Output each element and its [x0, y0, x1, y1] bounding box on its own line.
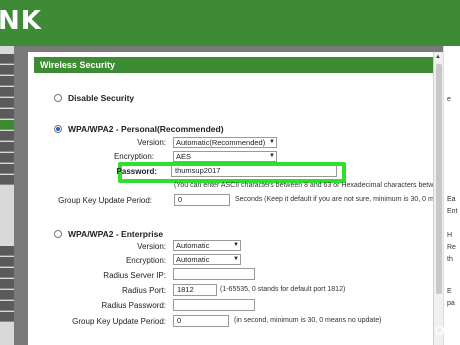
group-key-hint: Seconds (Keep it default if you are not … [235, 196, 438, 203]
wikihow-watermark: wikiHow [383, 320, 459, 340]
sidebar-item[interactable] [0, 54, 14, 64]
wpa-enterprise-label: WPA/WPA2 - Enterprise [68, 229, 164, 239]
sidebar-item[interactable] [0, 109, 14, 119]
sidebar-item[interactable] [0, 164, 14, 174]
sidebar-item[interactable] [0, 65, 14, 75]
sidebar-item[interactable] [0, 290, 14, 300]
wpa-personal-label: WPA/WPA2 - Personal(Recommended) [68, 124, 224, 134]
sidebar-item[interactable] [0, 268, 14, 278]
sidebar-item[interactable] [0, 257, 14, 267]
version-select[interactable]: Automatic(Recommended) ▼ [173, 137, 277, 148]
router-header: NK [0, 0, 460, 46]
encryption-select[interactable]: AES ▼ [173, 151, 277, 162]
sidebar [0, 46, 14, 345]
scroll-thumb[interactable] [436, 64, 442, 294]
help-text: pa [447, 300, 455, 307]
ent-version-select-value: Automatic [176, 241, 210, 250]
help-text: e [447, 96, 451, 103]
wpa-personal-radio[interactable] [54, 125, 62, 133]
sidebar-item[interactable] [0, 153, 14, 163]
radius-password-label: Radius Password: [101, 301, 166, 310]
help-text: Re [447, 244, 456, 251]
panel-title: Wireless Security [34, 57, 434, 73]
encryption-select-value: AES [176, 152, 192, 161]
ent-group-key-label: Group Key Update Period: [72, 317, 166, 326]
watermark-bold: wiki [383, 320, 422, 340]
password-input[interactable]: thumsup2017 [171, 165, 337, 177]
ent-version-select[interactable]: Automatic ▼ [173, 240, 241, 251]
radius-port-label: Radius Port: [121, 286, 166, 295]
sidebar-item[interactable] [0, 279, 14, 289]
help-panel: e Ea Ent H Re th E pa [443, 46, 460, 345]
sidebar-item[interactable] [0, 76, 14, 86]
radius-ip-label: Radius Server IP: [103, 271, 166, 280]
group-key-input[interactable]: 0 [174, 194, 230, 206]
sidebar-item[interactable] [0, 98, 14, 108]
help-text: H [447, 232, 453, 239]
scroll-up-icon[interactable]: ▲ [435, 54, 441, 60]
help-text: Ea [447, 196, 456, 203]
ent-encryption-select[interactable]: Automatic ▼ [173, 254, 241, 265]
radius-port-input[interactable]: 1812 [173, 284, 217, 296]
sidebar-item[interactable] [0, 175, 14, 185]
password-hint: (You can enter ASCII characters between … [174, 182, 438, 189]
vertical-scrollbar[interactable]: ▲ [433, 52, 443, 345]
help-text: Ent [447, 208, 458, 215]
sidebar-item[interactable] [0, 131, 14, 141]
help-text: E [447, 288, 452, 295]
disable-security-radio[interactable] [54, 94, 62, 102]
ent-version-label: Version: [137, 242, 166, 251]
password-label: Password: [116, 167, 157, 176]
sidebar-item[interactable] [0, 246, 14, 256]
ent-group-key-hint: (in second, minimum is 30, 0 means no up… [234, 317, 382, 324]
chevron-down-icon: ▼ [269, 139, 275, 145]
ent-encryption-select-value: Automatic [176, 255, 210, 264]
sidebar-item[interactable] [0, 301, 14, 311]
radius-password-input[interactable] [173, 299, 255, 311]
group-key-label: Group Key Update Period: [58, 196, 152, 205]
ent-group-key-input[interactable]: 0 [173, 315, 229, 327]
ent-encryption-label: Encryption: [125, 256, 166, 265]
version-select-value: Automatic(Recommended) [176, 138, 266, 147]
encryption-label: Encryption: [113, 152, 154, 161]
disable-security-label: Disable Security [68, 93, 135, 103]
sidebar-item[interactable] [0, 87, 14, 97]
watermark-light: How [421, 320, 459, 340]
chevron-down-icon: ▼ [233, 256, 239, 262]
chevron-down-icon: ▼ [233, 242, 239, 248]
version-label: Version: [137, 138, 166, 147]
chevron-down-icon: ▼ [269, 153, 275, 159]
brand-logo: NK [0, 6, 42, 36]
radius-ip-input[interactable] [173, 268, 255, 280]
radius-port-hint: (1-65535, 0 stands for default port 1812… [220, 286, 346, 293]
help-text: th [447, 256, 453, 263]
sidebar-item[interactable] [0, 142, 14, 152]
sidebar-item[interactable] [0, 312, 14, 322]
sidebar-item-active[interactable] [0, 120, 14, 130]
wpa-enterprise-radio[interactable] [54, 230, 62, 238]
